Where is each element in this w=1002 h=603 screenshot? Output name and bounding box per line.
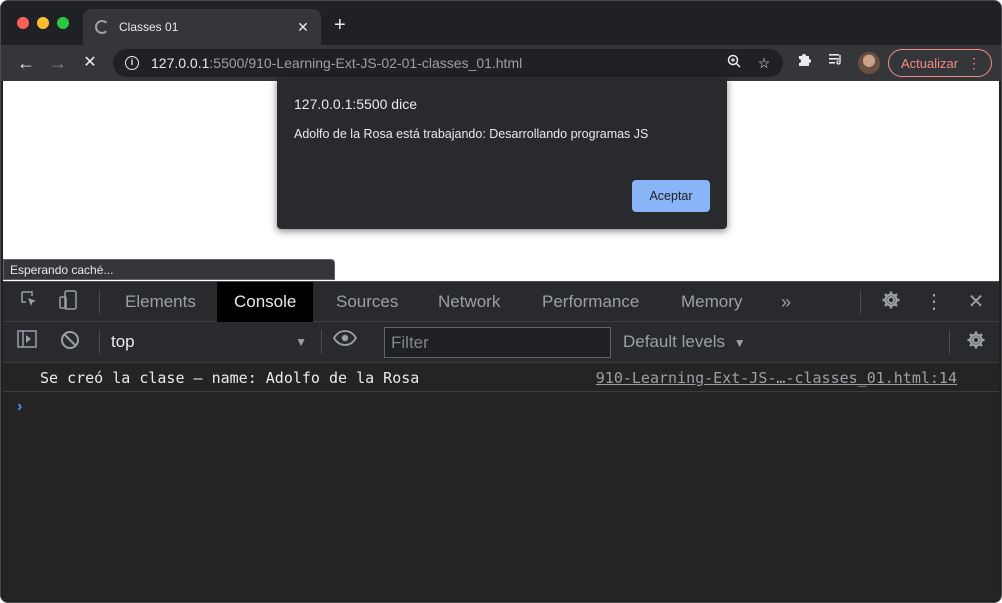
menu-dots-icon: ⋮ xyxy=(967,55,981,71)
clear-console-icon[interactable] xyxy=(58,330,82,354)
toolbar-divider xyxy=(321,330,322,354)
tab-sources[interactable]: Sources xyxy=(319,282,415,322)
devtools-panel: Elements Console Sources Network Perform… xyxy=(3,281,999,600)
device-toolbar-icon[interactable] xyxy=(56,290,80,314)
tab-strip: Classes 01 ✕ + xyxy=(1,1,1001,45)
more-options-icon[interactable]: ⋮ xyxy=(922,290,946,314)
tab-console[interactable]: Console xyxy=(217,282,314,322)
tab-performance[interactable]: Performance xyxy=(525,282,656,322)
tab-elements[interactable]: Elements xyxy=(108,282,213,322)
window-close-button[interactable] xyxy=(17,17,29,29)
console-log-entry: Se creó la clase – name: Adolfo de la Ro… xyxy=(3,364,999,392)
url-host: 127.0.0.1 xyxy=(151,55,210,71)
update-button[interactable]: Actualizar ⋮ xyxy=(888,49,992,77)
tab-title: Classes 01 xyxy=(119,20,179,34)
close-devtools-icon[interactable]: ✕ xyxy=(964,290,988,314)
back-button[interactable]: ← xyxy=(14,51,38,75)
reading-list-icon[interactable] xyxy=(824,51,848,75)
extensions-puzzle-icon[interactable] xyxy=(792,51,816,75)
context-selector[interactable]: top ▼ xyxy=(111,330,307,354)
toolbar-divider xyxy=(99,290,100,314)
more-tabs-chevron-icon[interactable]: » xyxy=(774,290,798,314)
inspect-element-icon[interactable] xyxy=(17,290,41,314)
console-filter-bar: top ▼ Default levels ▼ xyxy=(3,322,999,363)
forward-button[interactable]: → xyxy=(46,51,70,75)
site-info-icon[interactable]: i xyxy=(125,56,139,70)
window-minimize-button[interactable] xyxy=(37,17,49,29)
dialog-ok-button[interactable]: Aceptar xyxy=(632,180,710,212)
new-tab-button[interactable]: + xyxy=(334,15,346,35)
loading-spinner-icon xyxy=(95,20,109,34)
toolbar-divider xyxy=(860,290,861,314)
tab-memory[interactable]: Memory xyxy=(664,282,759,322)
context-label: top xyxy=(111,332,135,351)
url-text[interactable]: 127.0.0.1:5500/910-Learning-Ext-JS-02-01… xyxy=(151,55,723,71)
sidebar-toggle-icon[interactable] xyxy=(15,330,39,354)
console-message: Se creó la clase – name: Adolfo de la Ro… xyxy=(40,369,420,387)
dialog-title: 127.0.0.1:5500 dice xyxy=(294,96,417,112)
console-settings-gear-icon[interactable] xyxy=(964,330,988,354)
log-levels-label: Default levels xyxy=(623,332,726,351)
stop-loading-button[interactable]: ✕ xyxy=(78,51,102,75)
console-prompt-icon[interactable]: › xyxy=(17,398,22,416)
browser-window: Classes 01 ✕ + ← → ✕ i 127.0.0.1:5500/91… xyxy=(0,0,1002,603)
console-source-link[interactable]: 910-Learning-Ext-JS-…-classes_01.html:14 xyxy=(596,369,957,387)
dropdown-arrow-icon: ▼ xyxy=(295,335,307,349)
toolbar-divider xyxy=(99,330,100,354)
console-filter-input[interactable] xyxy=(384,327,611,358)
status-bubble: Esperando caché... xyxy=(3,259,335,280)
live-expression-eye-icon[interactable] xyxy=(332,330,358,354)
tab-close-icon[interactable]: ✕ xyxy=(295,19,311,36)
devtools-tab-bar: Elements Console Sources Network Perform… xyxy=(3,282,999,322)
settings-gear-icon[interactable] xyxy=(879,290,903,314)
browser-toolbar: ← → ✕ i 127.0.0.1:5500/910-Learning-Ext-… xyxy=(1,45,1001,81)
toolbar-divider xyxy=(949,330,950,354)
profile-avatar[interactable] xyxy=(858,52,880,74)
zoom-icon[interactable] xyxy=(723,52,745,74)
window-maximize-button[interactable] xyxy=(57,17,69,29)
tab-network[interactable]: Network xyxy=(421,282,517,322)
dialog-message: Adolfo de la Rosa está trabajando: Desar… xyxy=(294,127,649,141)
bookmark-star-icon[interactable]: ☆ xyxy=(753,52,775,74)
browser-tab[interactable]: Classes 01 ✕ xyxy=(83,9,321,45)
address-bar[interactable]: i 127.0.0.1:5500/910-Learning-Ext-JS-02-… xyxy=(113,49,783,77)
update-label: Actualizar xyxy=(901,55,959,71)
alert-dialog: 127.0.0.1:5500 dice Adolfo de la Rosa es… xyxy=(277,78,727,229)
log-levels-dropdown[interactable]: Default levels ▼ xyxy=(623,330,746,355)
dropdown-arrow-icon: ▼ xyxy=(733,336,746,350)
url-path: :5500/910-Learning-Ext-JS-02-01-classes_… xyxy=(209,55,523,71)
